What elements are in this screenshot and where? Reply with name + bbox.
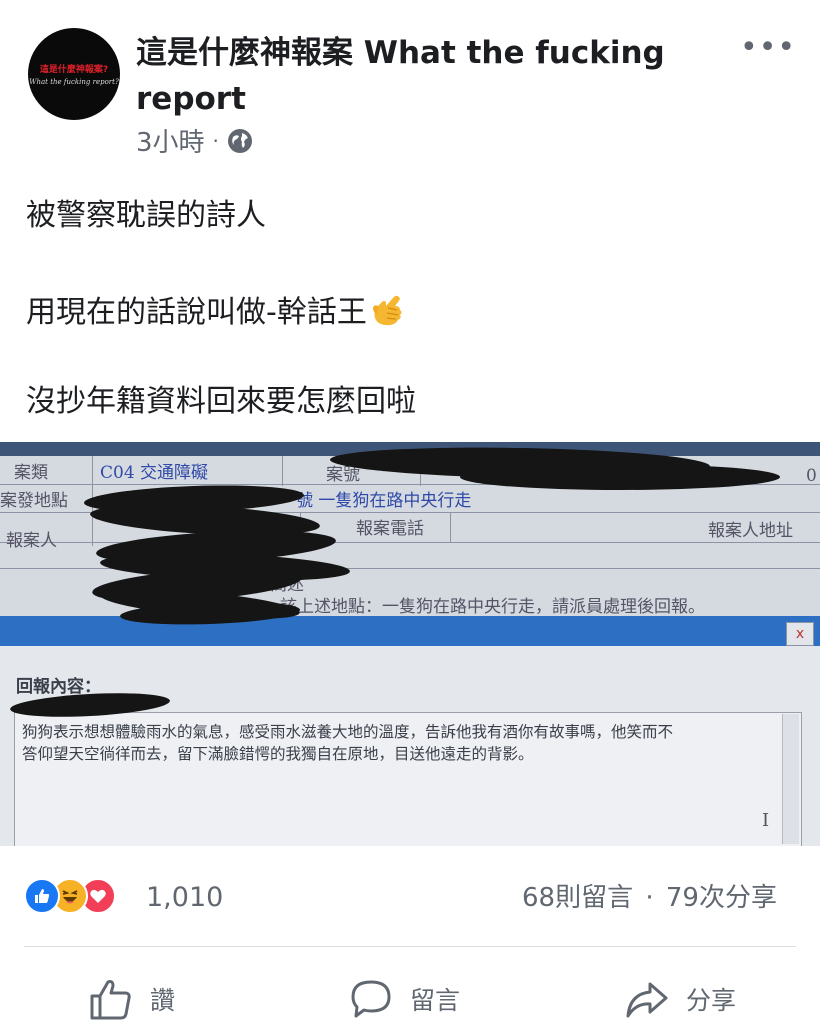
comment-bubble-icon [351, 980, 391, 1018]
case-type-label: 案類 [14, 463, 48, 483]
post-text-line-2-content: 用現在的話說叫做-幹話王 [26, 295, 367, 330]
description-value: 該上述地點：一隻狗在路中央行走，請派員處理後回報。 [280, 597, 705, 617]
meta-separator: · [212, 128, 219, 153]
share-arrow-icon [626, 982, 668, 1018]
reaction-icons[interactable] [24, 878, 116, 914]
dialog-close-button[interactable]: x [786, 622, 814, 646]
divider [24, 946, 796, 947]
share-label: 分享 [686, 986, 737, 1015]
like-label: 讚 [150, 986, 176, 1015]
comment-label: 留言 [410, 986, 461, 1015]
post-text-line-1: 被警察耽誤的詩人 [26, 198, 266, 233]
like-icon [24, 878, 60, 914]
like-button[interactable]: 讚 [88, 972, 175, 1026]
post-photo[interactable]: 案類 C04 交通障礙 案號 0 案發地點 號 一隻狗在路中央行走 報案人 報案… [0, 442, 820, 846]
case-number-tail: 0 [806, 466, 817, 486]
more-options-icon[interactable]: ••• [740, 30, 796, 65]
phone-label: 報案電話 [356, 519, 424, 539]
report-line-1: 狗狗表示想想體驗雨水的氣息，感受雨水滋養大地的溫度，告訴他我有酒你有故事嗎，他笑… [22, 723, 674, 741]
share-count[interactable]: 79次分享 [666, 883, 777, 913]
share-button[interactable]: 分享 [624, 972, 736, 1026]
avatar-title: 這是什麼神報案? [39, 65, 109, 75]
location-label: 案發地點 [0, 491, 68, 511]
stats-separator: · [645, 883, 654, 913]
report-line-2: 答仰望天空徜徉而去，留下滿臉錯愕的我獨自在原地，目送他遠走的背影。 [22, 745, 534, 763]
dialog-title-bar [0, 616, 820, 646]
textarea-scrollbar[interactable] [782, 714, 799, 844]
address-label: 報案人地址 [708, 521, 793, 541]
comment-button[interactable]: 留言 [348, 972, 460, 1026]
comments-shares-summary: 68則留言 · 79次分享 [522, 878, 777, 918]
post-text-line-2: 用現在的話說叫做-幹話王 [26, 288, 405, 333]
reporter-label: 報案人 [6, 531, 57, 551]
comment-count[interactable]: 68則留言 [522, 883, 633, 913]
call-me-hand-icon [372, 295, 402, 326]
post-timestamp[interactable]: 3小時 [136, 122, 205, 159]
reaction-count[interactable]: 1,010 [146, 878, 223, 918]
case-type-value: C04 交通障礙 [100, 463, 209, 483]
page-name-link[interactable]: 這是什麼神報案 What the fucking report [136, 30, 706, 122]
grid-line [282, 456, 283, 486]
grid-line [450, 512, 451, 542]
avatar-subtitle: What the fucking report? [29, 78, 119, 86]
text-cursor-icon: I [762, 810, 770, 831]
globe-icon [227, 128, 252, 153]
location-value: 號 一隻狗在路中央行走 [296, 491, 472, 511]
post-text-line-3: 沒抄年籍資料回來要怎麼回啦 [26, 384, 416, 419]
page-avatar[interactable]: 這是什麼神報案? What the fucking report? [28, 28, 120, 120]
thumbs-up-icon [90, 980, 131, 1020]
redaction-mark [460, 464, 780, 490]
post-meta: 3小時 · [136, 122, 253, 159]
